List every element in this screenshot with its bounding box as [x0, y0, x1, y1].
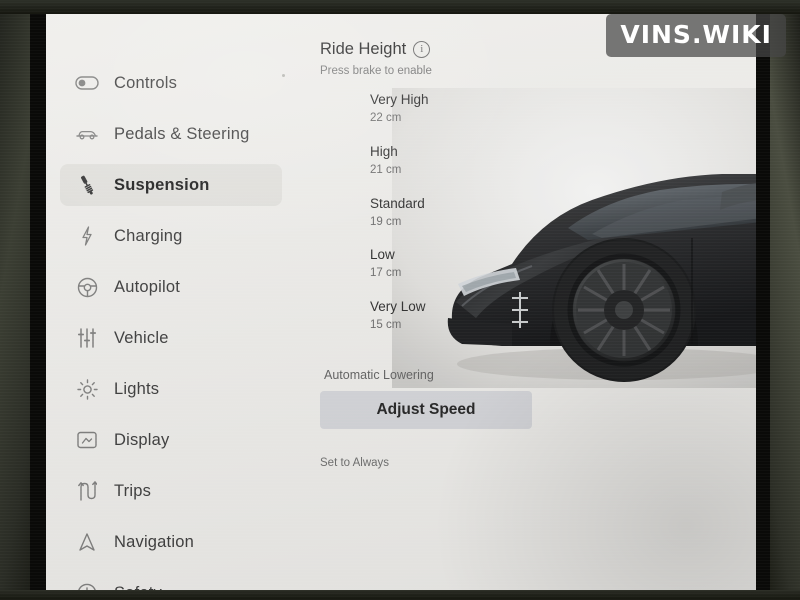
sidebar-item-lights[interactable]: Lights: [60, 368, 282, 410]
suspension-pane: Ride Height i Press brake to enable Very…: [282, 6, 756, 598]
ride-height-level-low[interactable]: Low 17 cm: [370, 247, 429, 281]
level-value: 19 cm: [370, 215, 402, 228]
sidebar-item-label: Charging: [114, 226, 183, 245]
bolt-icon: [74, 225, 100, 247]
level-name: Low: [370, 247, 395, 263]
sidebar-item-pedals-steering[interactable]: Pedals & Steering: [60, 113, 282, 155]
sidebar-item-trips[interactable]: Trips: [60, 470, 282, 512]
ride-height-subtitle: Press brake to enable: [320, 65, 432, 77]
sidebar-item-display[interactable]: Display: [60, 419, 282, 461]
screenshot-root: Controls Pedals & Steering Suspension Ch…: [0, 0, 800, 600]
sidebar-item-label: Pedals & Steering: [114, 124, 250, 143]
vehicle-illustration: [392, 88, 756, 388]
level-name: Standard: [370, 195, 425, 211]
ride-height-level-standard[interactable]: Standard 19 cm: [370, 196, 429, 230]
level-value: 15 cm: [370, 319, 402, 332]
sidebar-item-navigation[interactable]: Navigation: [60, 521, 282, 563]
tesla-touchscreen: Controls Pedals & Steering Suspension Ch…: [46, 6, 756, 598]
info-icon[interactable]: i: [413, 41, 431, 58]
screen-icon: [74, 429, 100, 451]
sidebar-item-controls[interactable]: Controls: [60, 62, 282, 104]
automatic-lowering-section: Automatic Lowering Adjust Speed Set to A…: [296, 368, 756, 469]
ride-height-level-high[interactable]: High 21 cm: [370, 144, 429, 178]
sidebar-item-label: Lights: [114, 379, 160, 398]
sun-icon: [74, 378, 100, 400]
compass-arrow-icon: [74, 531, 100, 553]
level-name: Very High: [370, 92, 429, 107]
sidebar-item-label: Vehicle: [114, 328, 169, 347]
sidebar-item-label: Trips: [114, 481, 152, 500]
ride-height-level-very-high[interactable]: Very High 22 cm: [370, 92, 429, 126]
car-icon: [74, 123, 100, 145]
automatic-lowering-status: Set to Always: [320, 457, 390, 469]
level-name: High: [370, 143, 398, 159]
adjust-speed-button[interactable]: Adjust Speed: [320, 391, 532, 429]
level-name: Very Low: [370, 299, 426, 315]
automatic-lowering-label: Automatic Lowering: [324, 368, 434, 382]
dashboard-bezel-bottom: [0, 590, 800, 600]
sliders-icon: [74, 327, 100, 349]
steering-wheel-icon: [74, 276, 100, 298]
sidebar-item-suspension[interactable]: Suspension: [60, 164, 282, 206]
screen-dust-speck: [282, 74, 285, 77]
ride-height-title: Ride Height: [320, 40, 407, 58]
sidebar-item-label: Suspension: [114, 175, 210, 194]
sidebar-item-label: Controls: [114, 73, 178, 92]
sidebar-item-autopilot[interactable]: Autopilot: [60, 266, 282, 308]
sidebar-item-label: Autopilot: [114, 277, 181, 296]
watermark: VINS.WIKI: [606, 14, 786, 57]
level-value: 21 cm: [370, 163, 402, 176]
ride-height-level-very-low[interactable]: Very Low 15 cm: [370, 299, 429, 333]
level-value: 17 cm: [370, 267, 402, 280]
sidebar-item-charging[interactable]: Charging: [60, 215, 282, 257]
route-icon: [74, 480, 100, 502]
sidebar-item-vehicle[interactable]: Vehicle: [60, 317, 282, 359]
dashboard-bezel-top: [0, 0, 800, 14]
settings-sidebar: Controls Pedals & Steering Suspension Ch…: [46, 6, 296, 598]
shock-absorber-icon: [74, 174, 100, 196]
ride-height-level-list: Very High 22 cm High 21 cm Standard 19 c…: [370, 92, 429, 351]
sidebar-item-label: Display: [114, 430, 170, 449]
sidebar-item-label: Navigation: [114, 532, 194, 551]
level-value: 22 cm: [370, 111, 402, 124]
ride-height-panel: Ride Height i Press brake to enable Very…: [296, 40, 756, 388]
toggle-icon: [74, 72, 100, 94]
